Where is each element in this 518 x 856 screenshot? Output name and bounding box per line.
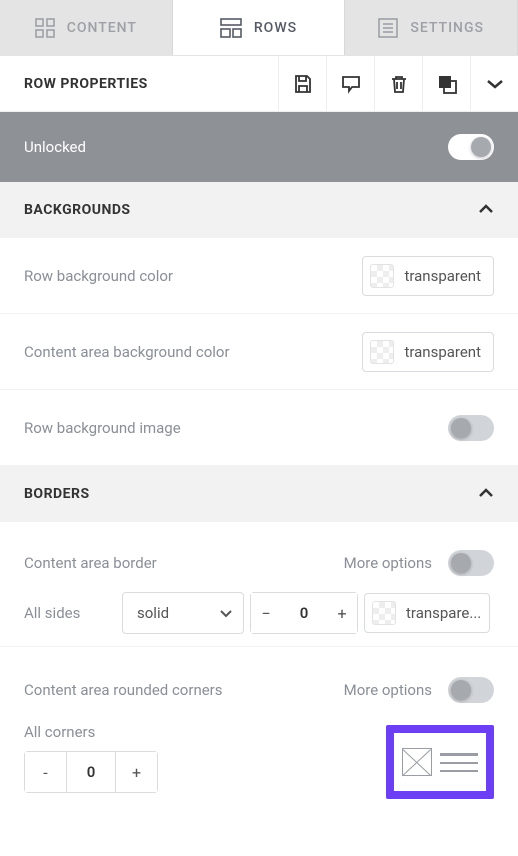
rounded-corners-label: Content area rounded corners [24, 681, 334, 699]
text-lines-icon [440, 753, 478, 772]
color-value: transparent [404, 267, 481, 285]
row-bg-image-label: Row background image [24, 419, 448, 437]
tab-label: ROWS [254, 20, 297, 36]
corner-radius-value: 0 [67, 763, 115, 781]
template-thumbnail[interactable] [386, 725, 494, 799]
lock-toggle[interactable] [448, 134, 494, 160]
lock-row: Unlocked [0, 112, 518, 182]
delete-button[interactable] [374, 56, 422, 112]
row-bg-image-row: Row background image [0, 390, 518, 466]
corner-radius-stepper[interactable]: - 0 + [24, 751, 158, 793]
chevron-up-icon [478, 486, 494, 502]
chevron-up-icon [478, 202, 494, 218]
color-value: transpare... [406, 604, 481, 622]
tab-label: CONTENT [67, 20, 137, 36]
tab-label: SETTINGS [410, 20, 484, 36]
all-sides-label: All sides [24, 604, 116, 622]
transparent-swatch-icon [370, 264, 394, 288]
tab-settings[interactable]: SETTINGS [345, 0, 518, 55]
section-head-borders[interactable]: BORDERS [0, 466, 518, 522]
increment-button[interactable]: + [115, 752, 157, 792]
content-border-label: Content area border [24, 554, 334, 572]
content-bg-color-label: Content area background color [24, 343, 362, 361]
corners-more-options-toggle[interactable] [448, 677, 494, 703]
decrement-button[interactable]: - [25, 752, 67, 792]
border-style-select[interactable]: solid [122, 592, 244, 634]
section-title: BACKGROUNDS [24, 202, 131, 218]
transparent-swatch-icon [370, 340, 394, 364]
lock-label: Unlocked [24, 138, 448, 156]
panel-header: ROW PROPERTIES [0, 56, 518, 112]
section-title: BORDERS [24, 486, 90, 502]
select-value: solid [137, 604, 169, 622]
comment-button[interactable] [326, 56, 374, 112]
chevron-down-icon [219, 604, 233, 622]
tabs: CONTENT ROWS SETTINGS [0, 0, 518, 56]
tab-content[interactable]: CONTENT [0, 0, 173, 55]
row-bg-color-picker[interactable]: transparent [362, 256, 494, 296]
border-more-options-toggle[interactable] [448, 550, 494, 576]
content-bg-color-row: Content area background color transparen… [0, 314, 518, 390]
tab-rows[interactable]: ROWS [173, 0, 346, 55]
panel-title: ROW PROPERTIES [0, 76, 278, 92]
transparent-swatch-icon [372, 601, 396, 625]
rows-icon [220, 18, 242, 38]
save-button[interactable] [278, 56, 326, 112]
collapse-button[interactable] [470, 56, 518, 112]
settings-list-icon [378, 18, 398, 38]
color-value: transparent [404, 343, 481, 361]
image-placeholder-icon [402, 748, 432, 776]
content-bg-color-picker[interactable]: transparent [362, 332, 494, 372]
border-width-value: 0 [281, 604, 327, 622]
row-bg-color-label: Row background color [24, 267, 362, 285]
more-options-label: More options [344, 554, 432, 572]
decrement-button[interactable]: − [251, 593, 281, 633]
row-bg-color-row: Row background color transparent [0, 238, 518, 314]
increment-button[interactable]: + [327, 593, 357, 633]
border-color-picker[interactable]: transpare... [364, 593, 490, 633]
border-width-stepper[interactable]: − 0 + [250, 592, 358, 634]
row-bg-image-toggle[interactable] [448, 415, 494, 441]
section-head-backgrounds[interactable]: BACKGROUNDS [0, 182, 518, 238]
more-options-label: More options [344, 681, 432, 699]
grid-icon [35, 18, 55, 38]
duplicate-button[interactable] [422, 56, 470, 112]
